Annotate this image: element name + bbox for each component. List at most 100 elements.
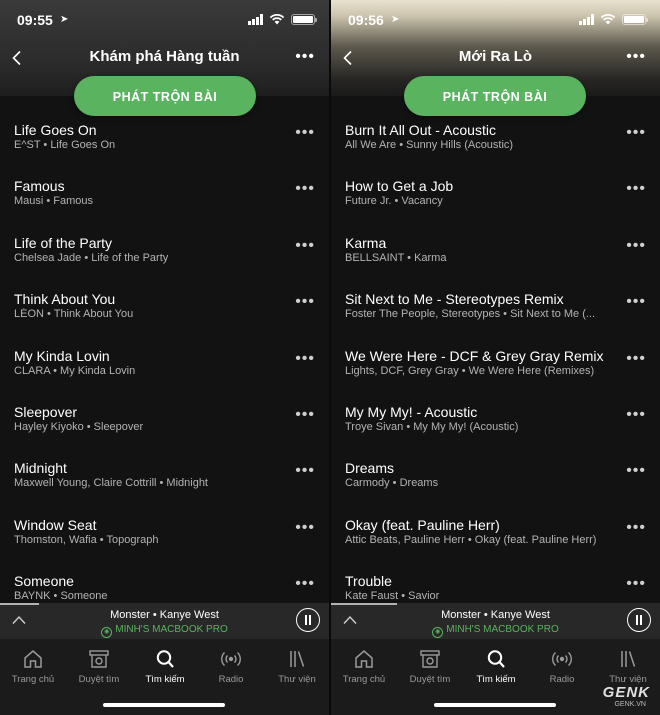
now-playing-bar[interactable]: Monster • Kanye West ◉ MINH'S MACBOOK PRO: [0, 603, 329, 639]
track-artist-album: Attic Beats, Pauline Herr • Okay (feat. …: [345, 533, 597, 546]
track-more-icon[interactable]: •••: [295, 575, 315, 593]
track-row[interactable]: Life Goes On E^ST • Life Goes On •••: [0, 114, 329, 170]
radio-icon: [198, 649, 264, 669]
track-row[interactable]: How to Get a Job Future Jr. • Vacancy •••: [331, 170, 660, 226]
tab-home[interactable]: Trang chủ: [0, 649, 66, 685]
tab-browse[interactable]: Duyệt tìm: [66, 649, 132, 685]
track-row[interactable]: My My My! - Acoustic Troye Sivan • My My …: [331, 396, 660, 452]
now-playing-track: Monster • Kanye West: [110, 609, 219, 621]
track-artist-album: Future Jr. • Vacancy: [345, 195, 443, 208]
pause-button[interactable]: [296, 608, 320, 632]
status-time: 09:56: [348, 12, 384, 28]
browse-icon: [397, 649, 463, 669]
playlist-title: Khám phá Hàng tuần: [89, 48, 240, 65]
tab-label: Tìm kiếm: [476, 674, 516, 685]
location-arrow-icon: ➤: [391, 14, 400, 25]
track-artist-album: Hayley Kiyoko • Sleepover: [14, 421, 144, 433]
track-artist-album: Carmody • Dreams: [345, 477, 439, 490]
now-playing-bar[interactable]: Monster • Kanye West ◉ MINH'S MACBOOK PRO: [331, 603, 660, 639]
shuffle-play-button[interactable]: PHÁT TRỘN BÀI: [404, 76, 586, 116]
track-row[interactable]: Dreams Carmody • Dreams •••: [331, 452, 660, 508]
battery-icon: [622, 13, 648, 25]
more-options-icon[interactable]: •••: [295, 48, 315, 66]
watermark-logo: GENK: [602, 684, 650, 701]
track-row[interactable]: Okay (feat. Pauline Herr) Attic Beats, Pa…: [331, 509, 660, 565]
track-more-icon[interactable]: •••: [295, 237, 315, 255]
track-artist-album: Mausi • Famous: [14, 195, 94, 208]
search-icon: [463, 649, 529, 669]
track-row[interactable]: Window Seat Thomston, Wafia • Topograph ••…: [0, 509, 329, 565]
track-more-icon[interactable]: •••: [295, 462, 315, 480]
tab-browse[interactable]: Duyệt tìm: [397, 649, 463, 685]
track-more-icon[interactable]: •••: [626, 462, 646, 480]
track-title: Think About You: [14, 291, 116, 308]
more-options-icon[interactable]: •••: [626, 48, 646, 66]
track-artist-album: Maxwell Young, Claire Cottrill • Midnigh…: [14, 477, 208, 490]
track-row[interactable]: We Were Here - DCF & Grey Gray Remix Ligh…: [331, 340, 660, 396]
device-name: MINH'S MACBOOK PRO: [115, 624, 228, 635]
status-time: 09:55: [17, 12, 53, 28]
track-row[interactable]: Trouble Kate Faust • Savior •••: [331, 565, 660, 603]
location-arrow-icon: ➤: [60, 14, 69, 25]
track-title: Window Seat: [14, 516, 97, 533]
track-more-icon[interactable]: •••: [626, 124, 646, 142]
track-title: Karma: [345, 234, 387, 251]
track-more-icon[interactable]: •••: [626, 519, 646, 537]
track-more-icon[interactable]: •••: [626, 293, 646, 311]
track-title: Sleepover: [14, 404, 78, 420]
tab-label: Trang chủ: [342, 674, 386, 685]
tab-label: Radio: [549, 674, 575, 685]
track-row[interactable]: Someone BAYNK • Someone •••: [0, 565, 329, 603]
tab-library[interactable]: Thư viện: [595, 649, 660, 685]
tab-library[interactable]: Thư viện: [264, 649, 329, 685]
tab-radio[interactable]: Radio: [198, 649, 264, 685]
track-title: Midnight: [14, 460, 67, 477]
track-row[interactable]: Burn It All Out - Acoustic All We Are • S…: [331, 114, 660, 170]
track-more-icon[interactable]: •••: [626, 180, 646, 198]
track-more-icon[interactable]: •••: [295, 124, 315, 142]
phone-screen-right: 09:56 ➤ Mới Ra Lò ••• PHÁT TRỘN BÀI Burn…: [331, 0, 660, 715]
track-more-icon[interactable]: •••: [626, 575, 646, 593]
tab-label: Thư viện: [278, 674, 316, 685]
track-row[interactable]: Life of the Party Chelsea Jade • Life of …: [0, 227, 329, 283]
library-icon: [264, 649, 329, 669]
track-row[interactable]: Sit Next to Me - Stereotypes Remix Foster…: [331, 283, 660, 339]
track-row[interactable]: Sleepover Hayley Kiyoko • Sleepover •••: [0, 396, 329, 452]
track-row[interactable]: Think About You LÉON • Think About You •••: [0, 283, 329, 339]
track-title: Life of the Party: [14, 234, 113, 251]
tab-radio[interactable]: Radio: [529, 649, 595, 685]
track-more-icon[interactable]: •••: [295, 293, 315, 311]
tab-home[interactable]: Trang chủ: [331, 649, 397, 685]
cellular-signal-icon: [248, 13, 263, 25]
track-more-icon[interactable]: •••: [295, 519, 315, 537]
home-indicator: [434, 703, 556, 707]
tab-label: Tìm kiếm: [145, 674, 185, 685]
speaker-icon: ◉: [432, 627, 444, 638]
track-more-icon[interactable]: •••: [626, 406, 646, 424]
status-icons: [248, 13, 317, 25]
track-row[interactable]: Karma BELLSAINT • Karma •••: [331, 227, 660, 283]
track-row[interactable]: Midnight Maxwell Young, Claire Cottrill •…: [0, 452, 329, 508]
pause-button[interactable]: [627, 608, 651, 632]
track-artist-album: E^ST • Life Goes On: [14, 139, 116, 151]
track-artist-album: Thomston, Wafia • Topograph: [14, 533, 159, 546]
track-more-icon[interactable]: •••: [295, 180, 315, 198]
phone-screen-left: 09:55 ➤ Khám phá Hàng tuần ••• PHÁT TRỘN…: [0, 0, 329, 715]
tab-search[interactable]: Tìm kiếm: [463, 649, 529, 685]
home-indicator: [103, 703, 225, 707]
shuffle-play-button[interactable]: PHÁT TRỘN BÀI: [74, 76, 256, 116]
track-more-icon[interactable]: •••: [295, 350, 315, 368]
track-row[interactable]: Famous Mausi • Famous •••: [0, 170, 329, 226]
search-icon: [132, 649, 198, 669]
track-more-icon[interactable]: •••: [295, 406, 315, 424]
track-more-icon[interactable]: •••: [626, 237, 646, 255]
watermark-site: GENK.VN: [614, 701, 646, 708]
tab-search[interactable]: Tìm kiếm: [132, 649, 198, 685]
track-artist-album: Chelsea Jade • Life of the Party: [14, 251, 169, 264]
tab-label: Duyệt tìm: [409, 674, 451, 685]
track-title: Famous: [14, 178, 65, 195]
track-artist-album: Kate Faust • Savior: [345, 590, 440, 603]
track-more-icon[interactable]: •••: [626, 350, 646, 368]
status-icons: [579, 13, 648, 25]
track-row[interactable]: My Kinda Lovin CLARA • My Kinda Lovin •••: [0, 340, 329, 396]
